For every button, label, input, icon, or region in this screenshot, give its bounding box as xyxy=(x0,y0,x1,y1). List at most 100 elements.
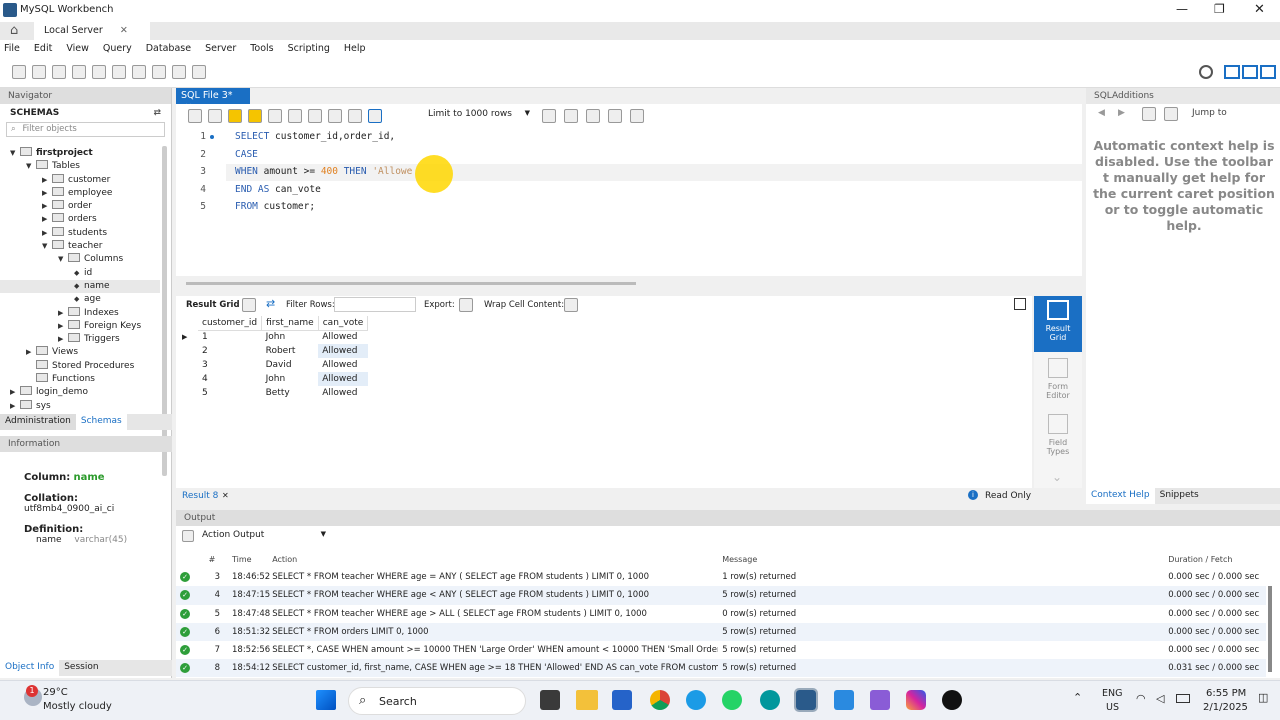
grid-cell[interactable]: Allowed xyxy=(318,344,368,358)
arduino-icon[interactable] xyxy=(760,690,780,710)
tree-item[interactable]: ▶ employee xyxy=(0,186,160,200)
grid-row[interactable]: 5 Betty Allowed xyxy=(178,386,368,400)
maximize-button[interactable]: ❐ xyxy=(1214,2,1225,16)
menu-view[interactable]: View xyxy=(66,43,89,54)
tiktok-icon[interactable] xyxy=(942,690,962,710)
create-table-icon[interactable] xyxy=(92,65,106,79)
grid-row[interactable]: 3 David Allowed xyxy=(178,358,368,372)
tree-item[interactable]: ◆ id xyxy=(0,267,160,280)
new-sql-tab-icon[interactable] xyxy=(12,65,26,79)
file-explorer-icon[interactable] xyxy=(576,690,598,710)
menu-file[interactable]: File xyxy=(4,43,20,54)
tree-item[interactable]: ▼ firstproject xyxy=(0,147,160,160)
grid-cell[interactable]: David xyxy=(262,358,319,372)
tree-expander-icon[interactable]: ▶ xyxy=(26,346,36,359)
tab-context-help[interactable]: Context Help xyxy=(1086,488,1155,504)
menu-scripting[interactable]: Scripting xyxy=(288,43,330,54)
export-icon[interactable] xyxy=(459,298,473,312)
forward-icon[interactable]: ▶ xyxy=(1118,108,1125,118)
notification-icon[interactable]: ◫ xyxy=(1258,691,1268,704)
tree-item[interactable]: ▶ orders xyxy=(0,213,160,226)
tree-item[interactable]: ▼ Columns xyxy=(0,253,160,266)
create-view-icon[interactable] xyxy=(112,65,126,79)
output-row[interactable]: ✓ 8 18:54:12 SELECT customer_id, first_name… xyxy=(176,659,1266,678)
tree-item[interactable]: ▶ customer xyxy=(0,173,160,187)
beautify-icon[interactable] xyxy=(564,109,578,123)
tree-item[interactable]: Functions xyxy=(0,373,160,386)
grid-cell[interactable]: 1 xyxy=(198,330,262,344)
menu-help[interactable]: Help xyxy=(344,43,366,54)
sql-file-tab[interactable]: SQL File 3* ✕ xyxy=(176,88,250,111)
toggle-errors-icon[interactable] xyxy=(308,109,322,123)
output-row[interactable]: ✓ 3 18:46:52 SELECT * FROM teacher WHERE ag… xyxy=(176,568,1266,586)
inspector-icon[interactable] xyxy=(52,65,66,79)
whatsapp-icon[interactable] xyxy=(722,690,742,710)
grid-cell[interactable]: Betty xyxy=(262,386,319,400)
row-marker[interactable] xyxy=(178,344,198,358)
menu-edit[interactable]: Edit xyxy=(34,43,52,54)
instagram-icon[interactable] xyxy=(906,690,926,710)
volume-icon[interactable]: ◁ xyxy=(1156,692,1164,705)
grid-cell[interactable]: Allowed xyxy=(318,358,368,372)
language-line1[interactable]: ENG xyxy=(1102,688,1122,699)
search-box[interactable]: ⌕ Search xyxy=(348,687,526,715)
tree-item[interactable]: ▶ Indexes xyxy=(0,306,160,320)
tree-expander-icon[interactable]: ◆ xyxy=(74,280,84,293)
tree-item[interactable]: ▶ Triggers xyxy=(0,333,160,346)
menu-server[interactable]: Server xyxy=(205,43,236,54)
vscode-icon[interactable] xyxy=(834,690,854,710)
grid-column-header[interactable]: can_vote xyxy=(318,316,369,331)
tree-expander-icon[interactable]: ◆ xyxy=(74,293,84,306)
tab-object-info[interactable]: Object Info xyxy=(0,660,60,676)
home-icon[interactable]: ⌂ xyxy=(10,23,18,38)
tree-expander-icon[interactable]: ▼ xyxy=(42,240,52,253)
grid-cell[interactable]: Allowed xyxy=(318,330,368,344)
field-types-button[interactable]: Field Types xyxy=(1034,414,1082,464)
chevron-up-icon[interactable]: ⌃ xyxy=(1073,691,1082,704)
editor-horizontal-scrollbar[interactable] xyxy=(186,282,636,285)
tree-expander-icon[interactable]: ▼ xyxy=(58,253,68,266)
start-icon[interactable] xyxy=(316,690,336,710)
tree-expander-icon[interactable]: ▶ xyxy=(58,307,68,320)
tab-administration[interactable]: Administration xyxy=(0,414,76,430)
refresh-schemas-icon[interactable]: ⇄ xyxy=(153,108,161,118)
tree-expander-icon[interactable]: ▶ xyxy=(42,174,52,187)
grid-icon[interactable] xyxy=(242,298,256,312)
create-schema-icon[interactable] xyxy=(72,65,86,79)
limit-rows-select[interactable]: Limit to 1000 rows ▼ xyxy=(428,109,532,124)
jump-to-label[interactable]: Jump to xyxy=(1192,108,1227,118)
filter-rows-input[interactable] xyxy=(334,297,416,312)
sql-editor[interactable]: 1 SELECT customer_id,order_id, 2 CASE 3 WHEN … xyxy=(176,128,1082,285)
visual-studio-icon[interactable] xyxy=(870,690,890,710)
output-row[interactable]: ✓ 4 18:47:15 SELECT * FROM teacher WHERE ag… xyxy=(176,586,1266,605)
tree-expander-icon[interactable]: ▶ xyxy=(10,400,20,413)
tree-expander-icon[interactable]: ▶ xyxy=(58,333,68,346)
menu-database[interactable]: Database xyxy=(146,43,191,54)
tree-expander-icon[interactable]: ▼ xyxy=(10,147,20,160)
grid-cell[interactable]: 2 xyxy=(198,344,262,358)
copy-output-icon[interactable] xyxy=(182,530,194,542)
manual-help-icon[interactable] xyxy=(1142,107,1156,121)
grid-column-header[interactable]: customer_id xyxy=(198,316,263,331)
tree-item[interactable]: ▶ Foreign Keys xyxy=(0,319,160,333)
toggle-panel-icon[interactable] xyxy=(1014,298,1026,310)
output-row[interactable]: ✓ 6 18:51:32 SELECT * FROM orders LIMIT 0, … xyxy=(176,622,1266,641)
tree-expander-icon[interactable]: ▶ xyxy=(10,386,20,399)
row-marker[interactable] xyxy=(178,358,198,372)
tree-expander-icon[interactable]: ▶ xyxy=(42,227,52,240)
output-row[interactable]: ✓ 5 18:47:48 SELECT * FROM teacher WHERE ag… xyxy=(176,605,1266,623)
autocommit-icon[interactable] xyxy=(368,109,382,123)
chevron-down-icon[interactable]: ⌄ xyxy=(1052,470,1062,484)
output-type-select[interactable]: Action Output ▼ xyxy=(202,530,326,540)
menu-query[interactable]: Query xyxy=(103,43,132,54)
wrap-cell-icon[interactable] xyxy=(564,298,578,312)
tree-item[interactable]: ▼ teacher xyxy=(0,240,160,253)
grid-row[interactable]: 4 John Allowed xyxy=(178,372,368,386)
language-line2[interactable]: US xyxy=(1106,702,1119,713)
create-procedure-icon[interactable] xyxy=(132,65,146,79)
close-button[interactable]: ✕ xyxy=(1254,2,1265,17)
tree-item[interactable]: ▶ order xyxy=(0,200,160,213)
open-sql-file-icon[interactable] xyxy=(32,65,46,79)
grid-cell[interactable]: Robert xyxy=(262,344,319,358)
stop-icon[interactable] xyxy=(288,109,302,123)
